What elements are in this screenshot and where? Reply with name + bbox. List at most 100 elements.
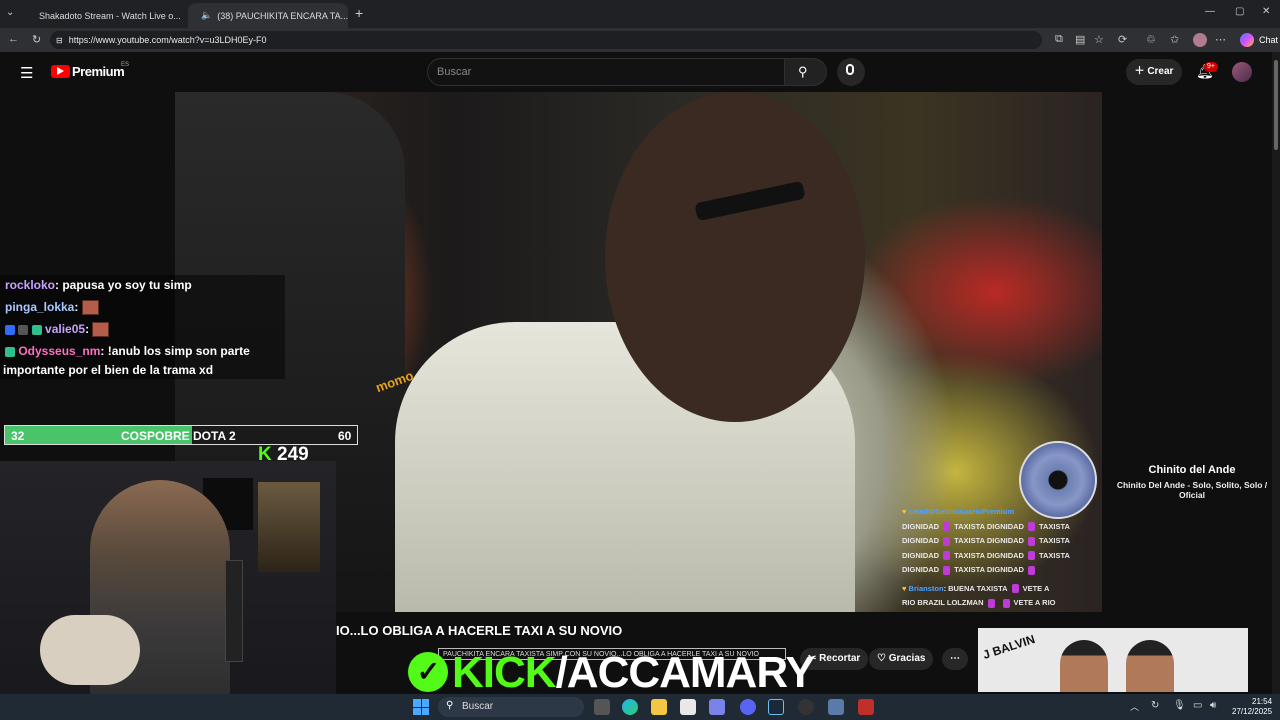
mic-tray-icon[interactable]: 🎙︎: [1173, 700, 1186, 711]
tab-kick[interactable]: Shakadoto Stream - Watch Live o... ✕: [26, 3, 186, 28]
obs-icon[interactable]: [798, 699, 814, 715]
chat-message: rockloko: papusa yo soy tu simp: [5, 278, 192, 292]
more-actions-icon[interactable]: ⋯: [942, 648, 968, 670]
network-icon[interactable]: ▭: [1193, 700, 1202, 711]
taskbar-clock[interactable]: 21:54 27/12/2025: [1232, 697, 1272, 717]
create-label: Crear: [1147, 66, 1174, 77]
more-menu-icon[interactable]: ⋯: [1215, 33, 1226, 46]
overlay-chat-line: RIO BRAZIL LOLZMAN VETE A RIO: [902, 598, 1056, 608]
scrollbar-thumb[interactable]: [1274, 60, 1278, 150]
youtube-premium-logo[interactable]: Premium: [72, 64, 125, 79]
chat-text: : !anub los simp son parte: [100, 344, 250, 358]
plus-icon: ＋: [1134, 66, 1148, 77]
now-playing-subtitle: Chinito Del Ande - Solo, Solito, Solo / …: [1116, 480, 1268, 500]
windows-taskbar: [0, 694, 1280, 720]
reload-icon[interactable]: ↻: [32, 33, 41, 46]
badge-icon: [31, 324, 42, 335]
verified-check-icon: ✓: [408, 652, 448, 692]
heart-dollar-icon: ♡: [877, 653, 889, 664]
badge-icon: [18, 324, 29, 335]
search-button[interactable]: ⚲: [785, 58, 827, 86]
back-icon[interactable]: ←: [8, 33, 19, 45]
chat-username: pinga_lokka: [5, 300, 75, 314]
kick-handle: /ACCAMARY: [555, 648, 815, 697]
overlay-chat-line: DIGNIDAD TAXISTA DIGNIDAD: [902, 563, 1102, 578]
sync-icon[interactable]: ↻: [1151, 700, 1159, 711]
clock-time: 21:54: [1252, 697, 1273, 706]
badge-icon: [5, 346, 15, 357]
copilot-icon[interactable]: [1240, 33, 1254, 47]
site-info-icon[interactable]: ⊟: [56, 36, 63, 45]
voice-search-button[interactable]: [837, 58, 865, 86]
task-view-icon[interactable]: [594, 699, 610, 715]
microphone-stand-image: [225, 560, 243, 662]
badge-icon: [5, 324, 15, 335]
wall-poster-image: [258, 482, 320, 572]
kick-handle-banner: ✓ KICK/ACCAMARY: [408, 648, 815, 698]
chat-username: rockloko: [5, 278, 56, 292]
steam-icon[interactable]: [768, 699, 784, 715]
chat-message: Odysseus_nm: !anub los simp son parte: [5, 344, 250, 358]
chat-text: :: [85, 322, 90, 336]
cat-image: [40, 615, 140, 685]
performance-icon[interactable]: ♲: [1146, 33, 1156, 46]
translate-icon[interactable]: ⧉: [1055, 33, 1063, 46]
store-icon[interactable]: [680, 699, 696, 715]
favorites-icon[interactable]: ✩: [1170, 33, 1179, 46]
chat-text: : papusa yo soy tu simp: [55, 278, 192, 292]
create-button[interactable]: ＋ Crear: [1126, 59, 1182, 85]
tab-label: (38) PAUCHIKITA ENCARA TA...: [217, 10, 348, 21]
discord-icon[interactable]: [740, 699, 756, 715]
kick-brand: KICK: [452, 648, 557, 697]
clip-label: Recortar: [819, 653, 861, 664]
chat-text-continued: importante por el bien de la trama xd: [3, 363, 214, 377]
chat-username: valie05: [45, 322, 86, 336]
settings-gear-icon[interactable]: [828, 699, 844, 715]
play-triangle-icon: [57, 67, 64, 75]
extensions-icon[interactable]: ⟳: [1118, 33, 1127, 46]
tab-list-icon[interactable]: ⌄: [6, 7, 14, 18]
minimize-icon[interactable]: —: [1205, 6, 1215, 17]
chat-button[interactable]: Chat: [1259, 35, 1278, 45]
edge-browser-icon[interactable]: [622, 699, 638, 715]
teams-icon[interactable]: [709, 699, 725, 715]
url-text: https://www.youtube.com/watch?v=u3LDH0Ey…: [68, 35, 267, 45]
start-windows-icon[interactable]: [413, 699, 429, 715]
overlay-chat-line: DIGNIDAD TAXISTA DIGNIDAD TAXISTA: [902, 536, 1070, 546]
chat-text: :: [74, 300, 79, 314]
new-tab-icon[interactable]: +: [355, 5, 363, 21]
person-head-image: [605, 92, 865, 422]
url-field[interactable]: ⊟ https://www.youtube.com/watch?v=u3LDH0E…: [50, 31, 1042, 49]
thanks-button[interactable]: ♡ Gracias: [869, 648, 934, 670]
app-icon[interactable]: [858, 699, 874, 715]
file-explorer-icon[interactable]: [651, 699, 667, 715]
search-input[interactable]: Buscar: [427, 58, 785, 86]
maximize-icon[interactable]: ▢: [1235, 6, 1244, 17]
search-icon: ⚲: [446, 700, 454, 711]
favorite-star-icon[interactable]: ☆: [1094, 33, 1104, 46]
chat-username: Odysseus_nm: [18, 344, 101, 358]
thumbnail-person-image: [1126, 640, 1174, 692]
region-code: ES: [121, 62, 130, 68]
volume-icon[interactable]: 🔊︎: [1210, 700, 1216, 711]
profile-avatar[interactable]: [1193, 33, 1207, 47]
tab-youtube[interactable]: 🔈 (38) PAUCHIKITA ENCARA TA... ✕: [188, 3, 348, 28]
poll-left-count: 32: [11, 429, 25, 443]
tab-label: Shakadoto Stream - Watch Live o...: [39, 10, 181, 21]
poll-right-count: 60: [338, 429, 352, 443]
taskbar-search[interactable]: Buscar: [438, 697, 584, 717]
now-playing-disc: [1019, 441, 1097, 519]
clock-date: 27/12/2025: [1232, 707, 1273, 716]
video-title: IO...LO OBLIGA A HACERLE TAXI A SU NOVIO: [336, 623, 623, 638]
overlay-chat-line: ♥ Brianston: BUENA TAXISTA VETE A: [902, 583, 1050, 594]
taskbar-search-label: Buscar: [462, 701, 494, 712]
search-icon: ⚲: [798, 64, 808, 79]
poll-label: COSPOBRE DOTA 2: [121, 429, 236, 443]
overlay-chat-line: DIGNIDAD TAXISTA DIGNIDAD TAXISTA: [902, 550, 1070, 561]
reader-icon[interactable]: ▤: [1075, 33, 1085, 46]
window-close-icon[interactable]: ✕: [1262, 6, 1270, 17]
account-avatar[interactable]: [1232, 62, 1252, 82]
speaker-icon[interactable]: 🔈: [201, 10, 212, 21]
tray-chevron-icon[interactable]: ︿: [1130, 700, 1139, 713]
hamburger-menu-icon[interactable]: ☰: [20, 64, 33, 82]
